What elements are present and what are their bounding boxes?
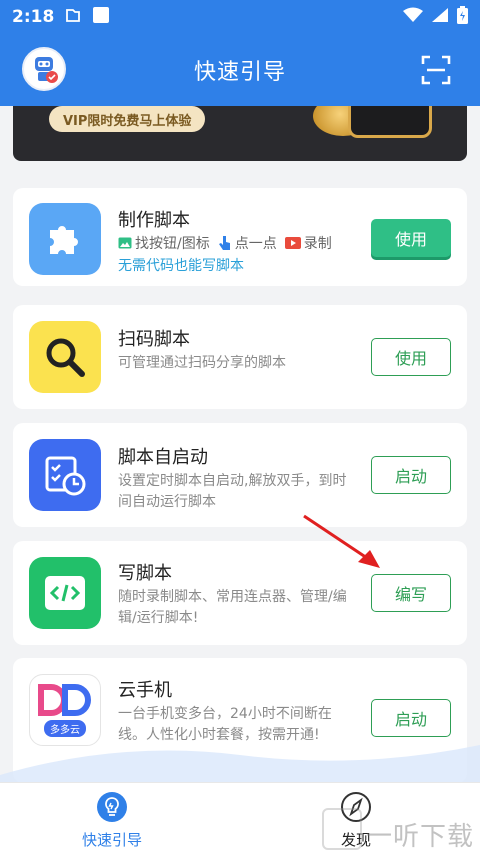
card-description: 随时录制脚本、常用连点器、管理/编辑/运行脚本! bbox=[118, 589, 347, 626]
puzzle-icon bbox=[29, 203, 101, 275]
page-title: 快速引导 bbox=[193, 60, 286, 85]
card-title: 云手机 bbox=[118, 680, 172, 701]
code-icon bbox=[29, 557, 101, 629]
robot-avatar-icon bbox=[35, 57, 58, 83]
bulb-icon bbox=[97, 792, 127, 822]
image-icon bbox=[118, 236, 132, 250]
record-icon bbox=[284, 236, 301, 250]
card-title: 写脚本 bbox=[118, 563, 172, 584]
card-title: 制作脚本 bbox=[118, 210, 190, 231]
watermark-text: 一听下载 bbox=[365, 822, 474, 852]
use-button[interactable]: 使用 bbox=[371, 219, 451, 257]
card-write-script: 写脚本 随时录制脚本、常用连点器、管理/编辑/运行脚本! 编写 bbox=[13, 541, 467, 645]
tab-label: 快速引导 bbox=[82, 831, 143, 849]
icon-label: 多多云 bbox=[44, 719, 86, 737]
wave-decoration bbox=[0, 745, 480, 785]
card-subtitle-link[interactable]: 无需代码也能写脚本 bbox=[118, 255, 244, 275]
card-title: 脚本自启动 bbox=[118, 447, 208, 468]
start-button[interactable]: 启动 bbox=[371, 456, 451, 494]
app-status-icon bbox=[92, 6, 110, 28]
app-bar: 快速引导 bbox=[0, 34, 480, 106]
write-button[interactable]: 编写 bbox=[371, 574, 451, 612]
tap-icon bbox=[218, 235, 232, 251]
feature-label: 找按钮/图标 bbox=[135, 236, 210, 252]
vip-promo-text: VIP限时免费马上体验 bbox=[49, 106, 206, 132]
red-arrow-annotation bbox=[303, 514, 380, 568]
status-time: 2:18 bbox=[12, 7, 55, 27]
feature-label: 录制 bbox=[303, 236, 332, 252]
wifi-icon bbox=[403, 7, 423, 27]
battery-icon bbox=[457, 6, 468, 28]
signal-icon bbox=[431, 7, 449, 27]
vip-banner[interactable]: VIP限时免费马上体验 bbox=[13, 106, 467, 161]
card-make-script: 制作脚本 找按钮/图标 点一点 录制 无需代码也能写脚本 使用 bbox=[13, 188, 467, 286]
phone-graphic bbox=[348, 106, 432, 138]
card-description: 可管理通过扫码分享的脚本 bbox=[118, 355, 286, 371]
card-auto-start: 脚本自启动 设置定时脚本自启动,解放双手，到时间自动运行脚本 启动 bbox=[13, 423, 467, 527]
tab-quick-guide[interactable]: 快速引导 bbox=[82, 791, 142, 850]
card-description: 设置定时脚本自启动,解放双手，到时间自动运行脚本 bbox=[118, 473, 347, 510]
checklist-clock-icon bbox=[29, 439, 101, 511]
avatar[interactable] bbox=[22, 47, 66, 91]
scan-icon[interactable] bbox=[420, 54, 452, 86]
card-scan-script: 扫码脚本 可管理通过扫码分享的脚本 使用 bbox=[13, 305, 467, 409]
use-button[interactable]: 使用 bbox=[371, 338, 451, 376]
feature-list: 找按钮/图标 点一点 录制 bbox=[118, 233, 332, 253]
status-bar: 2:18 bbox=[0, 0, 480, 34]
card-title: 扫码脚本 bbox=[118, 329, 190, 350]
feature-label: 点一点 bbox=[234, 236, 277, 252]
watermark-logo bbox=[322, 808, 362, 850]
magnifier-icon bbox=[29, 321, 101, 393]
notification-icon bbox=[64, 7, 82, 27]
start-button[interactable]: 启动 bbox=[371, 699, 451, 737]
